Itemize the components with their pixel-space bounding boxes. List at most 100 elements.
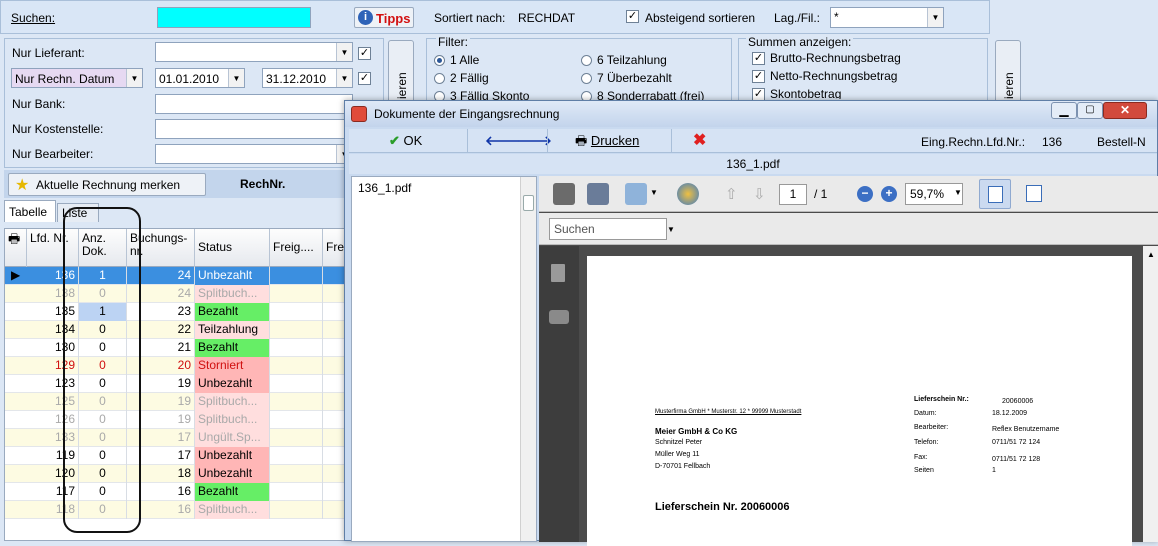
pdf-page: Musterfirma GmbH * Musterstr. 12 * 99999… [587, 256, 1132, 546]
filter-all-radio[interactable] [434, 55, 445, 66]
pages-icon[interactable] [551, 264, 565, 282]
kostenstelle-input[interactable] [155, 119, 353, 139]
table-row[interactable]: 119 0 17 Unbezahlt [5, 447, 349, 465]
doc-bearb-value: Reflex Benutzername [992, 426, 1060, 433]
brutto-checkbox[interactable]: ✓ [752, 52, 765, 65]
table-row[interactable]: 129 0 20 Storniert [5, 357, 349, 375]
left-vertical-button[interactable]: ieren [388, 40, 414, 104]
filter-overpaid-radio[interactable] [581, 73, 592, 84]
file-list: 136_1.pdf [351, 176, 537, 542]
dialog-title: Dokumente der Eingangsrechnung [374, 107, 560, 121]
table-row[interactable]: 130 0 21 Bezahlt [5, 339, 349, 357]
date-from-value: 01.01.2010 [159, 72, 220, 86]
grid-print-header[interactable]: 🖶 [5, 229, 27, 267]
desc-sort-checkbox[interactable]: ✓ [626, 10, 639, 23]
binoculars-icon[interactable] [549, 310, 569, 324]
page-number-input[interactable]: 1 [779, 184, 807, 205]
pdf-scrollbar[interactable]: ▲ [1143, 246, 1158, 542]
tab-tabelle[interactable]: Tabelle [4, 200, 56, 222]
cell-freig [270, 375, 323, 393]
filter-rebate-label[interactable]: 8 Sonderrabatt (frei) [597, 89, 704, 100]
save-icon[interactable] [587, 183, 609, 205]
scroll-thumb[interactable] [523, 195, 534, 211]
page-number-value: 1 [789, 187, 797, 201]
filter-overpaid-label[interactable]: 7 Überbezahlt [597, 71, 672, 85]
date-from-select[interactable]: 01.01.2010 ▼ [155, 68, 245, 88]
header-freig[interactable]: Freig.... [270, 229, 323, 267]
netto-checkbox[interactable]: ✓ [752, 70, 765, 83]
rechn-datum-select[interactable]: Nur Rechn. Datum ▼ [11, 68, 143, 88]
check-icon: ✔ [389, 133, 400, 148]
star-icon: ★ [15, 177, 30, 194]
chevron-down-icon[interactable]: ▼ [954, 188, 962, 197]
maximize-button[interactable]: ▢ [1077, 102, 1103, 119]
lieferant-checkbox[interactable]: ✓ [358, 47, 371, 60]
header-status[interactable]: Status [195, 229, 270, 267]
chevron-down-icon[interactable]: ▼ [336, 69, 352, 87]
search-input[interactable] [157, 7, 311, 28]
file-list-scrollbar[interactable] [520, 177, 536, 541]
ok-button[interactable]: ✔ OK [389, 129, 449, 153]
filter-skonto-label[interactable]: 3 Fällig Skonto [450, 89, 529, 100]
chevron-down-icon[interactable]: ▼ [927, 8, 943, 27]
date-checkbox[interactable]: ✓ [358, 72, 371, 85]
row-pointer [11, 429, 25, 447]
doc-sender: Musterfirma GmbH * Musterstr. 12 * 99999… [655, 409, 802, 415]
filter-all-label[interactable]: 1 Alle [450, 53, 479, 67]
table-row[interactable]: 125 0 19 Splitbuch... [5, 393, 349, 411]
fit-page-icon[interactable] [1026, 185, 1042, 202]
filter-due-radio[interactable] [434, 73, 445, 84]
right-vertical-button[interactable]: ieren [995, 40, 1021, 104]
chevron-down-icon[interactable]: ▼ [650, 188, 658, 197]
table-row[interactable]: 120 0 18 Unbezahlt [5, 465, 349, 483]
printer-icon[interactable] [553, 183, 575, 205]
left-vertical-button-label: ieren [395, 72, 409, 99]
table-row[interactable]: 138 0 24 Splitbuch... [5, 285, 349, 303]
chevron-down-icon[interactable]: ▼ [336, 43, 352, 61]
email-icon[interactable] [625, 183, 647, 205]
chevron-down-icon[interactable]: ▼ [126, 69, 142, 87]
filter-partial-label[interactable]: 6 Teilzahlung [597, 53, 667, 67]
table-row[interactable]: 117 0 16 Bezahlt [5, 483, 349, 501]
pdf-search-input[interactable]: Suchen [549, 218, 667, 240]
zoom-in-icon[interactable]: + [881, 186, 897, 202]
filter-due-label[interactable]: 2 Fällig [450, 71, 489, 85]
cell-freig [270, 393, 323, 411]
table-row[interactable]: 133 0 17 Ungült.Sp... [5, 429, 349, 447]
page-down-icon[interactable]: ⇩ [753, 185, 766, 203]
globe-icon[interactable] [677, 183, 699, 205]
close-button[interactable]: ✕ [1103, 102, 1147, 119]
chevron-down-icon[interactable]: ▼ [667, 225, 675, 234]
minimize-button[interactable]: ▁ [1051, 102, 1077, 119]
cell-freig [270, 285, 323, 303]
table-row[interactable]: 134 0 22 Teilzahlung [5, 321, 349, 339]
lieferant-select[interactable]: ▼ [155, 42, 353, 62]
row-pointer [11, 483, 25, 501]
merken-button[interactable]: ★ Aktuelle Rechnung merken [8, 173, 206, 196]
print-button[interactable]: 🖶 Drucken [575, 129, 675, 153]
page-up-icon[interactable]: ⇧ [725, 185, 738, 203]
table-row[interactable]: 126 0 19 Splitbuch... [5, 411, 349, 429]
table-row[interactable]: 123 0 19 Unbezahlt [5, 375, 349, 393]
bearbeiter-select[interactable]: ▼ [155, 144, 353, 164]
app-icon [351, 106, 367, 122]
ok-label: OK [403, 133, 423, 148]
chevron-down-icon[interactable]: ▼ [228, 69, 244, 87]
lag-select[interactable]: * ▼ [830, 7, 944, 28]
file-list-item[interactable]: 136_1.pdf [358, 181, 411, 195]
zoom-out-icon[interactable]: − [857, 186, 873, 202]
table-row[interactable]: 118 0 16 Splitbuch... [5, 501, 349, 519]
date-to-select[interactable]: 31.12.2010 ▼ [262, 68, 353, 88]
previous-arrow-icon[interactable]: 🡐 [485, 129, 520, 153]
tipps-button[interactable]: i Tipps [354, 7, 414, 28]
table-row[interactable]: ▶ 136 1 24 Unbezahlt [5, 267, 349, 285]
minimize-icon: ▁ [1059, 103, 1069, 117]
table-row[interactable]: 135 1 23 Bezahlt [5, 303, 349, 321]
filter-partial-radio[interactable] [581, 55, 592, 66]
fit-width-button[interactable] [979, 179, 1011, 209]
delete-icon[interactable]: ✖ [693, 129, 706, 153]
summen-title: Summen anzeigen: [746, 35, 854, 49]
brutto-label: Brutto-Rechnungsbetrag [770, 51, 901, 65]
bank-input[interactable] [155, 94, 353, 114]
scroll-up-icon[interactable]: ▲ [1147, 250, 1155, 259]
